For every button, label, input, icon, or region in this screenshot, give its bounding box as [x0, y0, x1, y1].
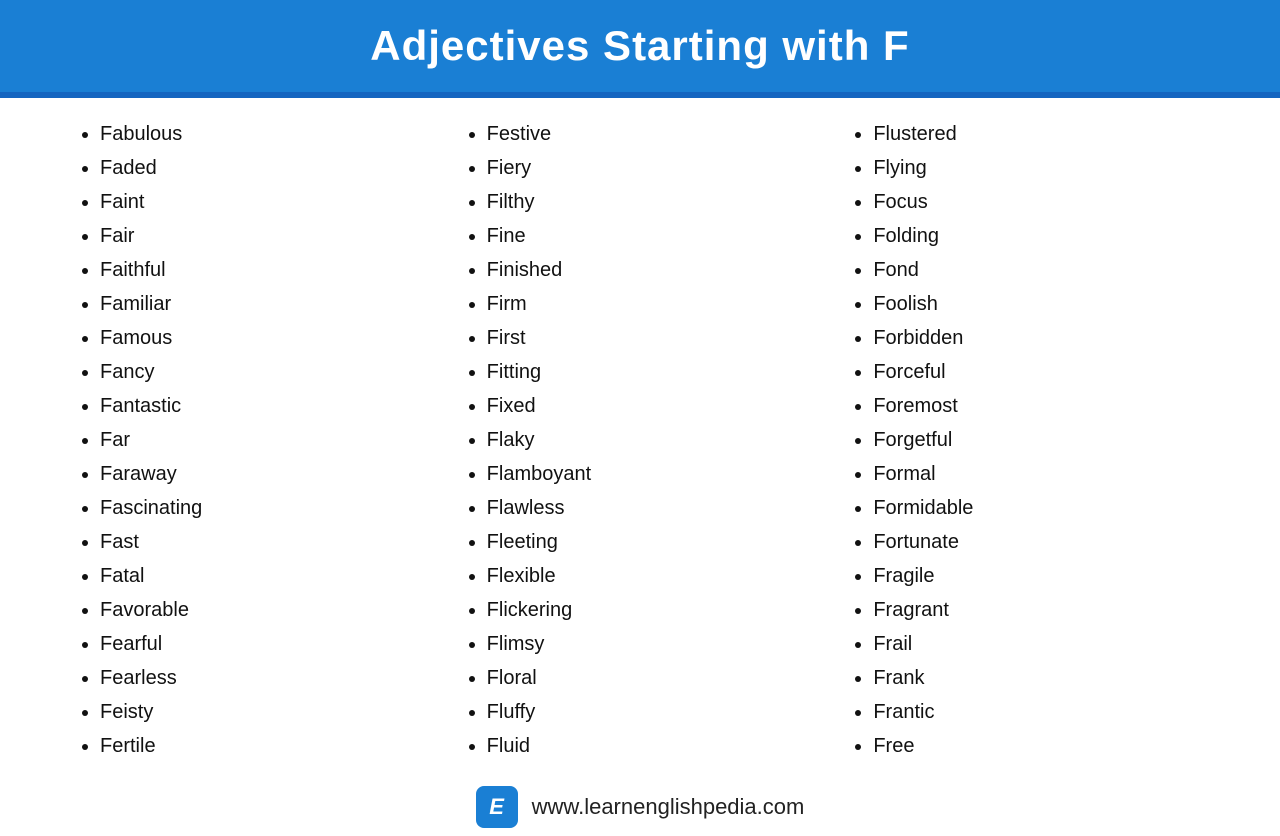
list-item: Fond	[873, 254, 1200, 286]
list-item: Fitting	[487, 356, 814, 388]
list-item: Frantic	[873, 696, 1200, 728]
list-item: Familiar	[100, 288, 427, 320]
list-item: Forbidden	[873, 322, 1200, 354]
list-item: Formal	[873, 458, 1200, 490]
list-item: Fragrant	[873, 594, 1200, 626]
list-item: Flying	[873, 152, 1200, 184]
list-item: Flickering	[487, 594, 814, 626]
list-item: Floral	[487, 662, 814, 694]
list-item: Foremost	[873, 390, 1200, 422]
list-item: Flamboyant	[487, 458, 814, 490]
list-item: Flustered	[873, 118, 1200, 150]
list-item: Fortunate	[873, 526, 1200, 558]
site-url: www.learnenglishpedia.com	[532, 794, 805, 820]
list-item: Faded	[100, 152, 427, 184]
list-item: Fluid	[487, 730, 814, 762]
list-item: Fragile	[873, 560, 1200, 592]
page-title: Adjectives Starting with F	[40, 22, 1240, 70]
adjectives-list-2: FestiveFieryFilthyFineFinishedFirmFirstF…	[467, 118, 814, 762]
content-area: FabulousFadedFaintFairFaithfulFamiliarFa…	[0, 98, 1280, 774]
list-item: Fixed	[487, 390, 814, 422]
list-item: Folding	[873, 220, 1200, 252]
column-2: FestiveFieryFilthyFineFinishedFirmFirstF…	[447, 118, 834, 764]
list-item: Frank	[873, 662, 1200, 694]
list-item: Fluffy	[487, 696, 814, 728]
list-item: Favorable	[100, 594, 427, 626]
list-item: Fine	[487, 220, 814, 252]
footer: E www.learnenglishpedia.com	[0, 774, 1280, 836]
list-item: Fantastic	[100, 390, 427, 422]
header: Adjectives Starting with F	[0, 0, 1280, 92]
list-item: Fatal	[100, 560, 427, 592]
column-3: FlusteredFlyingFocusFoldingFondFoolishFo…	[833, 118, 1220, 764]
list-item: Far	[100, 424, 427, 456]
list-item: Forgetful	[873, 424, 1200, 456]
list-item: Foolish	[873, 288, 1200, 320]
list-item: Festive	[487, 118, 814, 150]
list-item: Fearful	[100, 628, 427, 660]
list-item: Flaky	[487, 424, 814, 456]
list-item: Fancy	[100, 356, 427, 388]
site-logo: E	[476, 786, 518, 828]
list-item: Filthy	[487, 186, 814, 218]
list-item: Finished	[487, 254, 814, 286]
adjectives-list-3: FlusteredFlyingFocusFoldingFondFoolishFo…	[853, 118, 1200, 762]
list-item: Fair	[100, 220, 427, 252]
list-item: Forceful	[873, 356, 1200, 388]
list-item: Fascinating	[100, 492, 427, 524]
list-item: First	[487, 322, 814, 354]
list-item: Faint	[100, 186, 427, 218]
list-item: Fast	[100, 526, 427, 558]
list-item: Faithful	[100, 254, 427, 286]
list-item: Firm	[487, 288, 814, 320]
list-item: Flexible	[487, 560, 814, 592]
list-item: Focus	[873, 186, 1200, 218]
list-item: Flimsy	[487, 628, 814, 660]
list-item: Fabulous	[100, 118, 427, 150]
list-item: Formidable	[873, 492, 1200, 524]
list-item: Fertile	[100, 730, 427, 762]
list-item: Faraway	[100, 458, 427, 490]
list-item: Famous	[100, 322, 427, 354]
list-item: Fiery	[487, 152, 814, 184]
list-item: Free	[873, 730, 1200, 762]
list-item: Fearless	[100, 662, 427, 694]
column-1: FabulousFadedFaintFairFaithfulFamiliarFa…	[60, 118, 447, 764]
list-item: Fleeting	[487, 526, 814, 558]
adjectives-list-1: FabulousFadedFaintFairFaithfulFamiliarFa…	[80, 118, 427, 762]
list-item: Feisty	[100, 696, 427, 728]
list-item: Frail	[873, 628, 1200, 660]
list-item: Flawless	[487, 492, 814, 524]
